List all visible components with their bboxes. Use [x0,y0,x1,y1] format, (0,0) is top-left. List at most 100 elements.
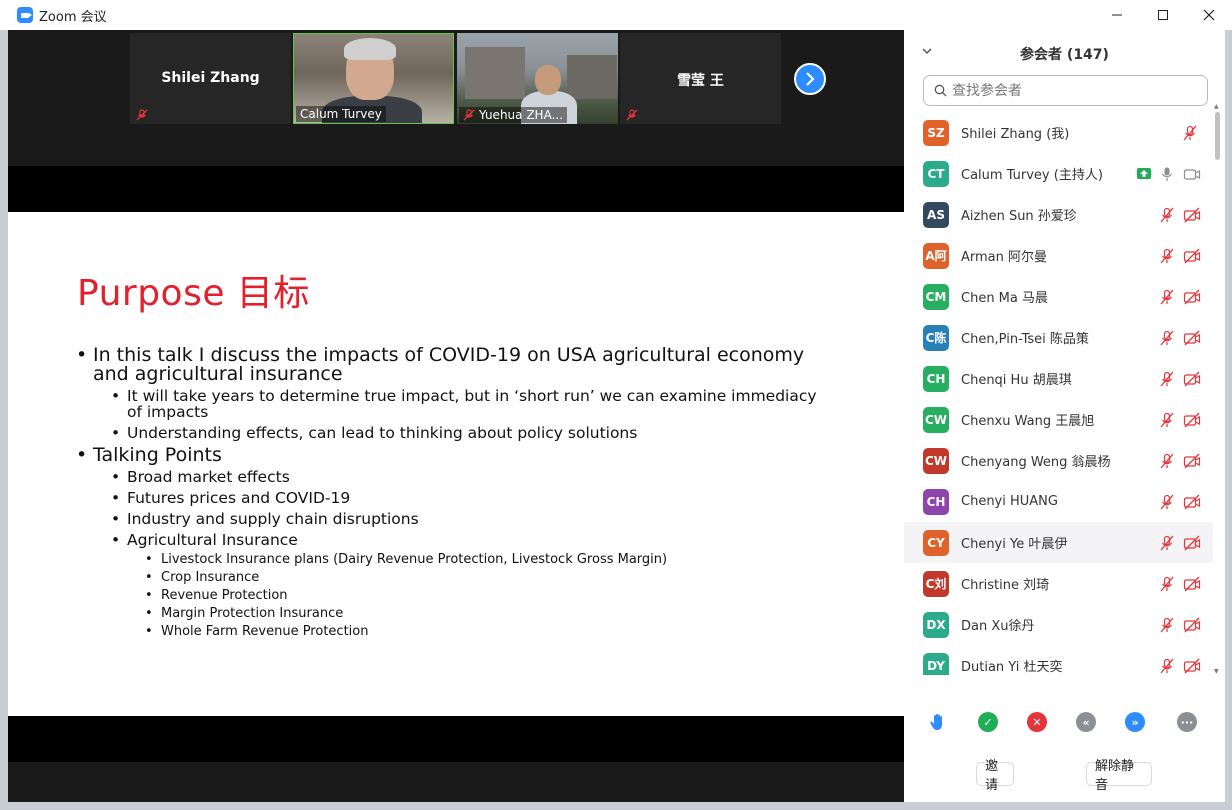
video-off-icon [1183,207,1201,223]
participant-name: Chenxu Wang 王晨旭 [961,414,1095,429]
avatar: CY [923,529,949,556]
avatar: CW [923,447,949,474]
mic-muted-icon [1160,658,1174,674]
video-tile[interactable]: 雪莹 王 [620,33,781,124]
avatar: CM [923,283,949,310]
no-x-icon[interactable]: ✕ [1027,712,1047,732]
participant-row[interactable]: CW Chenyang Weng 翁晨杨 [904,440,1213,481]
participant-row[interactable]: CW Chenxu Wang 王晨旭 [904,399,1213,440]
video-tile-active-speaker[interactable]: Calum Turvey [293,33,454,124]
video-tile[interactable]: Yuehua ZHA... [457,33,618,124]
mic-muted-icon [1160,453,1174,469]
participant-name: Shilei Zhang (我) [961,127,1070,142]
participant-row[interactable]: DX Dan Xu徐丹 [904,604,1213,645]
video-icon [1183,166,1201,182]
participant-list: SZ Shilei Zhang (我) CT Calum Turvey (主持人) AS… [904,112,1213,675]
go-slower-icon[interactable]: « [1076,712,1096,732]
avatar: CH [923,365,949,392]
close-icon [1203,9,1215,21]
bullet-level-1: In this talk I discuss the impacts of CO… [76,346,836,384]
mic-muted-icon [1160,535,1174,551]
video-off-icon [1183,412,1201,428]
mic-icon [1160,166,1174,182]
minimize-button[interactable] [1094,0,1140,30]
video-off-icon [1183,453,1201,469]
shared-slide: Purpose 目标 In this talk I discuss the im… [8,212,904,716]
title-bar: Zoom 会议 [0,0,1232,30]
chevron-right-icon [806,72,815,86]
shared-screen-letterbox-top [8,166,904,212]
participant-name: Calum Turvey [296,106,386,122]
avatar: CW [923,406,949,433]
maximize-button[interactable] [1140,0,1186,30]
mic-muted-icon [136,109,148,121]
close-button[interactable] [1186,0,1232,30]
participant-name: Shilei Zhang [161,70,260,86]
raise-hand-icon[interactable] [928,712,948,732]
participant-row[interactable]: C刘 Christine 刘琦 [904,563,1213,604]
mic-muted-icon [1160,289,1174,305]
video-off-icon [1183,248,1201,264]
video-off-icon [1183,617,1201,633]
participants-panel: 参会者 (147) SZ Shilei Zhang (我) CT Calum Turv… [904,30,1225,802]
participant-name: Chen,Pin-Tsei 陈品策 [961,332,1089,347]
bullet-level-2: Agricultural Insurance [76,532,836,548]
participant-name: Arman 阿尔曼 [961,250,1048,265]
unmute-me-button[interactable]: 解除静音 [1086,759,1152,793]
invite-button[interactable]: 邀请 [976,759,1014,793]
video-off-icon [1183,576,1201,592]
panel-title: 参会者 (147) [1020,47,1109,63]
bullet-level-1: Talking Points [76,446,836,466]
participant-row[interactable]: DY Dutian Yi 杜天奕 [904,645,1213,675]
mic-muted-icon [1183,125,1197,141]
yes-check-icon[interactable]: ✓ [978,712,998,732]
participant-name: 雪莹 王 [677,73,724,89]
slide-bullets: In this talk I discuss the impacts of CO… [76,346,836,643]
participant-row[interactable]: CT Calum Turvey (主持人) [904,153,1213,194]
participant-list-scrollbar[interactable]: ▲ ▼ [1212,103,1222,675]
bullet-level-2: Futures prices and COVID-19 [76,490,836,506]
screen-share-icon [1137,168,1151,179]
taskbar-edge [0,802,1232,810]
mic-muted-icon [1160,248,1174,264]
minimize-icon [1112,14,1122,16]
nonverbal-feedback-bar: ✓ ✕ « » ··· [904,708,1225,736]
bullet-level-3: Margin Protection Insurance [76,607,836,622]
video-off-icon [1183,371,1201,387]
participant-row[interactable]: CH Chenqi Hu 胡晨琪 [904,358,1213,399]
participant-row[interactable]: CH Chenyi HUANG [904,481,1213,522]
desktop-edge-left [0,30,8,810]
mic-muted-icon [1160,412,1174,428]
participant-name: Dan Xu徐丹 [961,619,1035,634]
participant-row[interactable]: CY Chenyi Ye 叶晨伊 [904,522,1213,563]
bullet-level-2: Understanding effects, can lead to think… [76,425,836,441]
window-title: Zoom 会议 [39,9,107,25]
gallery-next-button[interactable] [794,63,826,95]
participant-search[interactable] [923,75,1208,106]
mic-muted-icon [1160,617,1174,633]
bullet-level-2: It will take years to determine true imp… [76,388,836,420]
participant-row[interactable]: A阿 Arman 阿尔曼 [904,235,1213,276]
more-icon[interactable]: ··· [1177,712,1197,732]
video-tile[interactable]: Shilei Zhang [130,33,291,124]
participant-row[interactable]: SZ Shilei Zhang (我) [904,112,1213,153]
avatar: CT [923,160,949,187]
participant-name: Dutian Yi 杜天奕 [961,660,1063,675]
mic-muted-icon [1160,207,1174,223]
avatar: SZ [923,119,949,146]
participant-name: Chenyi Ye 叶晨伊 [961,537,1068,552]
participant-row[interactable]: CM Chen Ma 马晨 [904,276,1213,317]
participant-name: Aizhen Sun 孙爱珍 [961,209,1077,224]
panel-header: 参会者 (147) [904,30,1225,74]
maximize-icon [1158,10,1168,20]
participant-name: Christine 刘琦 [961,578,1050,593]
go-faster-icon[interactable]: » [1125,712,1145,732]
avatar: C刘 [923,570,949,597]
participant-row[interactable]: C陈 Chen,Pin-Tsei 陈品策 [904,317,1213,358]
zoom-window: Zoom 会议 Shilei Zhang Calum Turvey Yuehua… [0,0,1232,810]
scroll-thumb[interactable] [1215,112,1220,160]
mic-muted-icon [1160,371,1174,387]
participant-row[interactable]: AS Aizhen Sun 孙爱珍 [904,194,1213,235]
search-input[interactable] [952,82,1192,99]
participant-name: Calum Turvey (主持人) [961,168,1103,183]
